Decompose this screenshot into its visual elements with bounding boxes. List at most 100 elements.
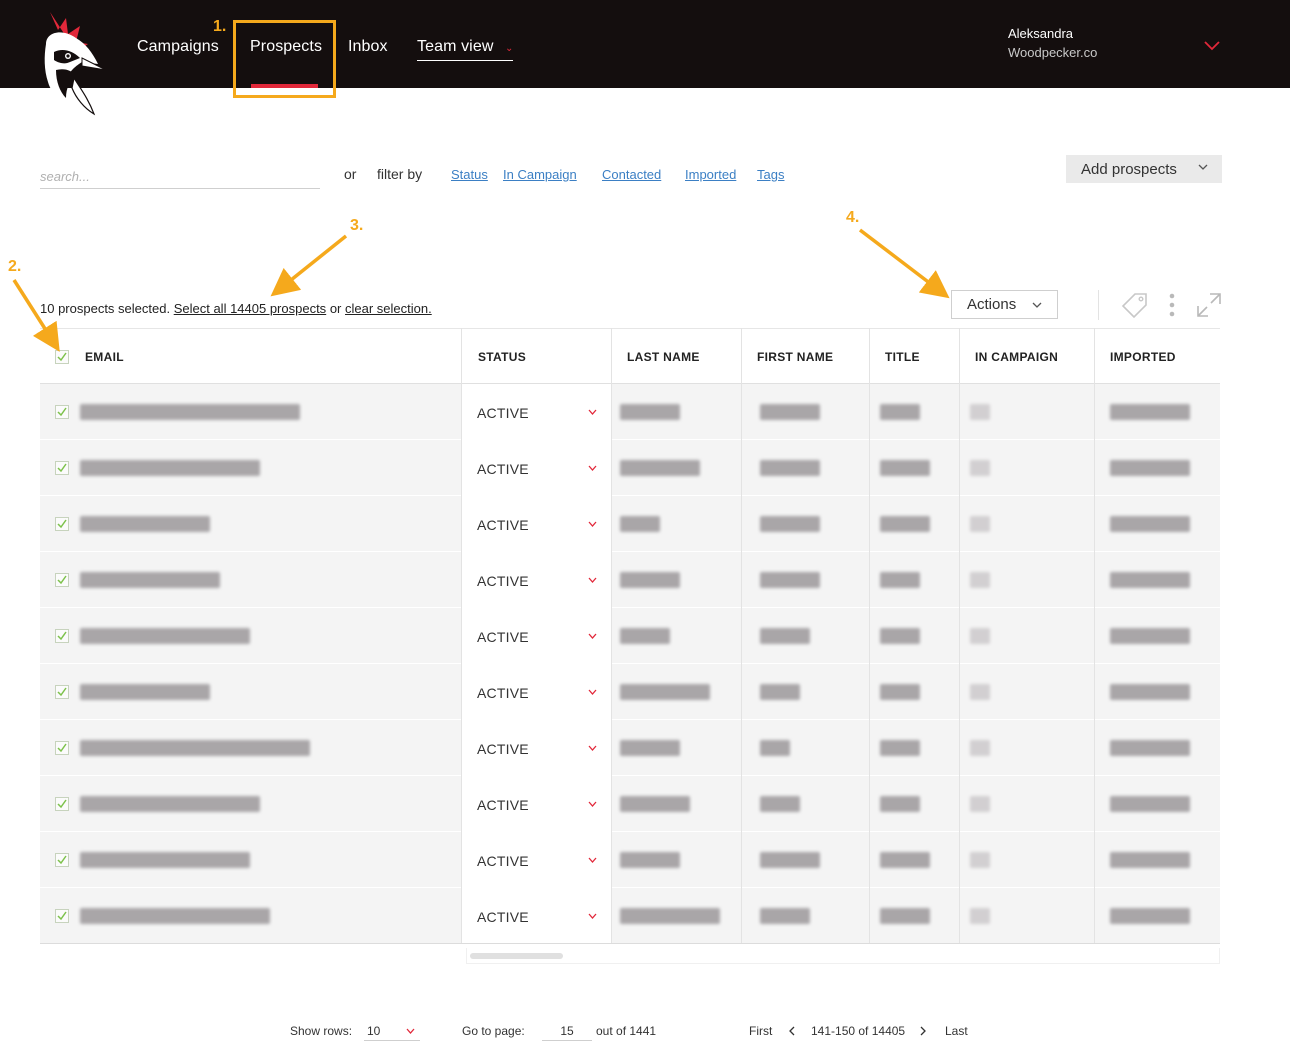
column-header-in-campaign[interactable]: IN CAMPAIGN bbox=[975, 329, 1058, 385]
page-number-input[interactable] bbox=[542, 1021, 592, 1041]
checkmark-icon bbox=[57, 407, 67, 417]
chevron-right-icon[interactable] bbox=[919, 1026, 927, 1036]
status-value: ACTIVE bbox=[477, 853, 529, 869]
status-value: ACTIVE bbox=[477, 797, 529, 813]
status-value: ACTIVE bbox=[477, 629, 529, 645]
row-checkbox[interactable] bbox=[55, 797, 69, 811]
add-prospects-label: Add prospects bbox=[1081, 160, 1177, 178]
status-dropdown[interactable]: ACTIVE bbox=[462, 496, 611, 552]
status-dropdown[interactable]: ACTIVE bbox=[462, 664, 611, 720]
last-page-link[interactable]: Last bbox=[945, 1024, 968, 1038]
chevron-left-icon[interactable] bbox=[788, 1026, 796, 1036]
column-header-imported[interactable]: IMPORTED bbox=[1110, 329, 1176, 385]
table-row[interactable]: ACTIVE bbox=[40, 440, 1220, 496]
chevron-down-icon bbox=[588, 801, 597, 807]
toolbar-divider bbox=[1098, 290, 1099, 320]
status-dropdown[interactable]: ACTIVE bbox=[462, 776, 611, 832]
horizontal-scrollbar[interactable] bbox=[466, 948, 1220, 964]
row-checkbox[interactable] bbox=[55, 909, 69, 923]
user-name: Aleksandra bbox=[1008, 26, 1074, 41]
status-dropdown[interactable]: ACTIVE bbox=[462, 552, 611, 608]
filter-tags-link[interactable]: Tags bbox=[757, 167, 784, 182]
redacted-value bbox=[1110, 572, 1190, 588]
checkmark-icon bbox=[57, 687, 67, 697]
filter-contacted-link[interactable]: Contacted bbox=[602, 167, 661, 182]
table-row[interactable]: ACTIVE bbox=[40, 720, 1220, 776]
status-dropdown[interactable]: ACTIVE bbox=[462, 888, 611, 944]
woodpecker-logo[interactable] bbox=[36, 8, 108, 116]
redacted-value bbox=[1110, 908, 1190, 924]
redacted-value bbox=[620, 628, 670, 644]
filter-imported-link[interactable]: Imported bbox=[685, 167, 736, 182]
status-dropdown[interactable]: ACTIVE bbox=[462, 440, 611, 496]
chevron-down-icon bbox=[1032, 302, 1042, 308]
table-row[interactable]: ACTIVE bbox=[40, 888, 1220, 944]
row-checkbox[interactable] bbox=[55, 461, 69, 475]
column-header-title[interactable]: TITLE bbox=[885, 329, 920, 385]
column-header-email[interactable]: EMAIL bbox=[85, 329, 124, 385]
row-checkbox[interactable] bbox=[55, 685, 69, 699]
status-dropdown[interactable]: ACTIVE bbox=[462, 832, 611, 888]
redacted-value bbox=[880, 684, 920, 700]
horizontal-scrollbar-thumb[interactable] bbox=[470, 953, 563, 959]
filter-status-link[interactable]: Status bbox=[451, 167, 488, 182]
add-prospects-button[interactable]: Add prospects bbox=[1066, 155, 1222, 183]
selection-summary: 10 prospects selected. Select all 14405 … bbox=[40, 301, 432, 316]
status-dropdown[interactable]: ACTIVE bbox=[462, 384, 611, 440]
table-row[interactable]: ACTIVE bbox=[40, 664, 1220, 720]
chevron-down-icon: ⌄ bbox=[505, 43, 514, 54]
column-header-status[interactable]: STATUS bbox=[478, 329, 526, 385]
column-divider bbox=[869, 328, 870, 943]
row-checkbox[interactable] bbox=[55, 741, 69, 755]
table-row[interactable]: ACTIVE bbox=[40, 608, 1220, 664]
filter-in-campaign-link[interactable]: In Campaign bbox=[503, 167, 577, 182]
column-divider bbox=[461, 328, 462, 943]
redacted-value bbox=[760, 460, 820, 476]
redacted-value bbox=[880, 796, 920, 812]
redacted-value bbox=[760, 908, 810, 924]
table-row[interactable]: ACTIVE bbox=[40, 776, 1220, 832]
first-page-link[interactable]: First bbox=[749, 1024, 772, 1038]
status-dropdown[interactable]: ACTIVE bbox=[462, 608, 611, 664]
nav-campaigns[interactable]: Campaigns bbox=[137, 38, 219, 56]
search-input[interactable] bbox=[40, 164, 320, 189]
select-all-link[interactable]: Select all 14405 prospects bbox=[174, 301, 326, 316]
redacted-value bbox=[80, 908, 270, 924]
chevron-down-icon bbox=[588, 913, 597, 919]
row-checkbox[interactable] bbox=[55, 405, 69, 419]
select-all-checkbox[interactable] bbox=[55, 350, 69, 364]
redacted-value bbox=[80, 516, 210, 532]
rows-per-page-select[interactable]: 10 bbox=[364, 1021, 420, 1041]
user-menu-chevron-icon[interactable] bbox=[1203, 40, 1221, 52]
actions-dropdown-button[interactable]: Actions bbox=[951, 290, 1058, 319]
redacted-value bbox=[80, 740, 310, 756]
row-checkbox[interactable] bbox=[55, 573, 69, 587]
column-header-first-name[interactable]: FIRST NAME bbox=[757, 329, 833, 385]
table-row[interactable]: ACTIVE bbox=[40, 832, 1220, 888]
table-row[interactable]: ACTIVE bbox=[40, 384, 1220, 440]
redacted-value bbox=[880, 572, 920, 588]
status-value: ACTIVE bbox=[477, 461, 529, 477]
redacted-value bbox=[1110, 740, 1190, 756]
row-checkbox[interactable] bbox=[55, 853, 69, 867]
expand-icon[interactable] bbox=[1196, 292, 1222, 318]
table-row[interactable]: ACTIVE bbox=[40, 496, 1220, 552]
redacted-value bbox=[970, 852, 990, 868]
clear-selection-link[interactable]: clear selection. bbox=[345, 301, 432, 316]
redacted-value bbox=[880, 740, 920, 756]
chevron-down-icon bbox=[1198, 164, 1208, 170]
status-dropdown[interactable]: ACTIVE bbox=[462, 720, 611, 776]
more-options-icon[interactable] bbox=[1166, 292, 1178, 318]
status-value: ACTIVE bbox=[477, 909, 529, 925]
nav-team-view[interactable]: Team view ⌄ bbox=[417, 38, 514, 61]
go-to-page-label: Go to page: bbox=[462, 1024, 525, 1038]
redacted-value bbox=[970, 684, 990, 700]
column-header-last-name[interactable]: LAST NAME bbox=[627, 329, 700, 385]
redacted-value bbox=[620, 404, 680, 420]
table-row[interactable]: ACTIVE bbox=[40, 552, 1220, 608]
nav-inbox[interactable]: Inbox bbox=[348, 38, 388, 56]
redacted-value bbox=[970, 516, 990, 532]
tag-icon[interactable] bbox=[1121, 291, 1149, 319]
row-checkbox[interactable] bbox=[55, 629, 69, 643]
row-checkbox[interactable] bbox=[55, 517, 69, 531]
